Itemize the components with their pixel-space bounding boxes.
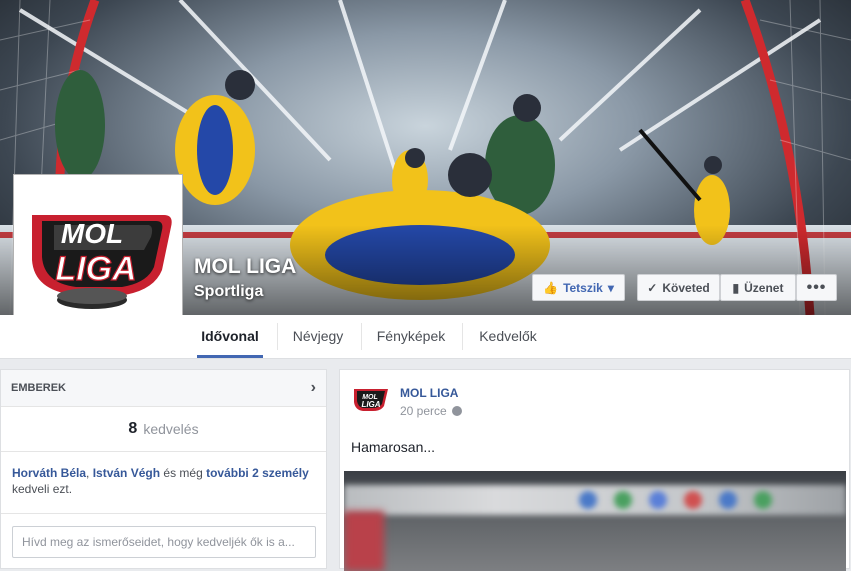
invite-friends-input[interactable] (12, 526, 316, 558)
people-header[interactable]: EMBEREK › (1, 370, 326, 407)
follow-label: Követed (662, 280, 710, 295)
message-button[interactable]: ▮ Üzenet (720, 274, 796, 301)
mol-liga-logo-small: MOL LIGA (354, 389, 388, 411)
people-title: EMBEREK (11, 382, 67, 394)
post-timestamp[interactable]: 20 perce (400, 404, 462, 418)
message-icon: ▮ (732, 280, 740, 295)
likes-word: kedvelés (143, 421, 199, 437)
and-more-text: és még (160, 466, 207, 480)
post-image-blur (719, 491, 737, 509)
invite-wrap (1, 514, 326, 570)
tab-divider (277, 323, 278, 350)
friend-separator: , (86, 466, 93, 480)
more-button[interactable]: ••• (796, 274, 837, 301)
tab-photos[interactable]: Fényképek (375, 315, 447, 358)
friend-link[interactable]: István Végh (93, 466, 160, 480)
tab-divider (361, 323, 362, 350)
post-image-blur (754, 491, 772, 509)
friends-like-text: Horváth Béla, István Végh és még további… (1, 452, 326, 514)
post-text: Hamarosan... (351, 439, 436, 455)
post-time-text: 20 perce (400, 404, 447, 418)
post-image-blur (649, 491, 667, 509)
likes-count[interactable]: 8 kedvelés (1, 407, 326, 452)
follow-button[interactable]: ✓ Követed (637, 274, 720, 301)
like-button[interactable]: 👍 Tetszik ▾ (532, 274, 625, 301)
tab-timeline[interactable]: Idővonal (197, 315, 263, 358)
page-nav: Idővonal Névjegy Fényképek Kedvelők (0, 315, 851, 359)
page-name[interactable]: MOL LIGA (194, 255, 296, 279)
chevron-down-icon: ▾ (607, 280, 614, 295)
post-image-blur (579, 491, 597, 509)
tab-about[interactable]: Névjegy (291, 315, 345, 358)
post-image-blur (614, 491, 632, 509)
svg-text:LIGA: LIGA (361, 400, 380, 409)
chevron-right-icon: › (310, 379, 316, 396)
svg-text:LIGA: LIGA (55, 250, 136, 288)
post-image[interactable] (344, 471, 846, 571)
post-author[interactable]: MOL LIGA (400, 386, 458, 400)
like-label: Tetszik (563, 280, 603, 295)
friend-link[interactable]: Horváth Béla (12, 466, 86, 480)
people-card: EMBEREK › 8 kedvelés Horváth Béla, Istvá… (0, 369, 327, 569)
tab-likes[interactable]: Kedvelők (478, 315, 538, 358)
globe-icon (451, 406, 462, 416)
likes-number: 8 (128, 420, 138, 437)
thumbs-up-icon: 👍 (543, 280, 559, 295)
likes-this-text: kedveli ezt. (12, 482, 73, 496)
more-friends-link[interactable]: további 2 személy (206, 466, 309, 480)
svg-text:MOL: MOL (61, 218, 123, 249)
post-image-blur (684, 491, 702, 509)
post-avatar[interactable]: MOL LIGA (351, 384, 391, 416)
page-category[interactable]: Sportliga (194, 283, 263, 301)
message-label: Üzenet (744, 280, 784, 295)
tab-divider (462, 323, 463, 350)
post-card: MOL LIGA MOL LIGA 20 perce Hamarosan... (339, 369, 850, 571)
checkmark-icon: ✓ (647, 280, 658, 295)
post-image-blur (344, 511, 384, 571)
